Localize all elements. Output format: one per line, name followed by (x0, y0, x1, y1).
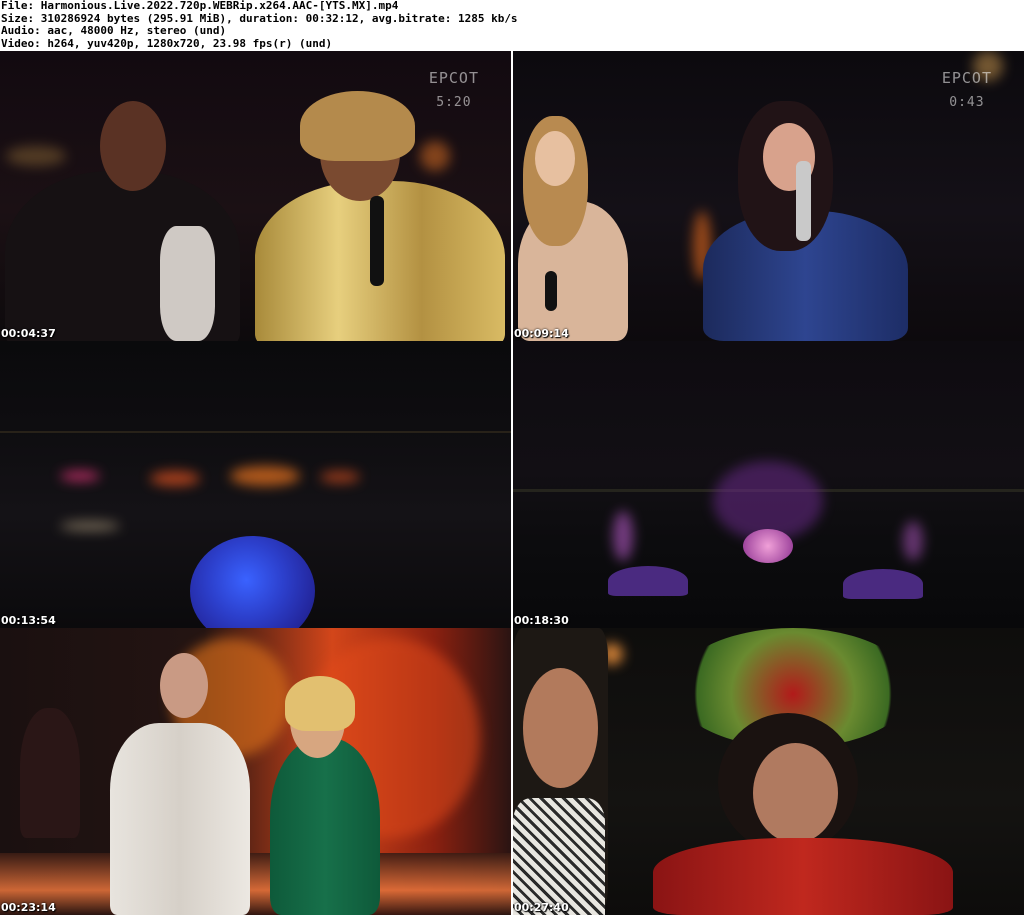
file-name-line: File: Harmonious.Live.2022.720p.WEBRip.x… (1, 0, 399, 12)
singer-right-face (753, 743, 838, 843)
thumbnail-6[interactable]: 00:27:40 (513, 628, 1024, 915)
timestamp: 00:27:40 (514, 901, 569, 914)
singer-green-gown (270, 738, 380, 915)
microphone (370, 196, 384, 286)
file-info-header: File: Harmonious.Live.2022.720p.WEBRip.x… (0, 0, 1024, 51)
thumbnail-1[interactable]: EPCOT 5:20 00:04:37 (0, 51, 511, 341)
video-info-line: Video: h264, yuv420p, 1280x720, 23.98 fp… (1, 36, 333, 50)
red-floral-dress (653, 838, 953, 915)
thumbnail-4[interactable]: 00:18:30 (513, 341, 1024, 628)
singer-white-suit (110, 723, 250, 915)
left-barge (608, 566, 688, 596)
microphone (545, 271, 557, 311)
timestamp: 00:18:30 (514, 614, 569, 627)
right-barge (843, 569, 923, 599)
keffiyeh-scarf (513, 798, 605, 915)
thumbnail-3[interactable]: 00:13:54 (0, 341, 511, 628)
timestamp: 00:23:14 (1, 901, 56, 914)
timestamp: 00:04:37 (1, 327, 56, 340)
timestamp: 00:13:54 (1, 614, 56, 627)
thumbnail-5[interactable]: 00:23:14 (0, 628, 511, 915)
singer-left-face (100, 101, 166, 191)
spaceship-earth-globe (190, 536, 315, 628)
channel-bug: EPCOT 5:20 (428, 69, 479, 110)
timestamp: 00:09:14 (514, 327, 569, 340)
center-globe (743, 529, 793, 563)
microphone (796, 161, 811, 241)
thumbnail-2[interactable]: EPCOT 0:43 00:09:14 (513, 51, 1024, 341)
audio-info-line: Audio: aac, 48000 Hz, stereo (und) (1, 24, 227, 37)
channel-bug: EPCOT 0:43 (941, 69, 992, 110)
